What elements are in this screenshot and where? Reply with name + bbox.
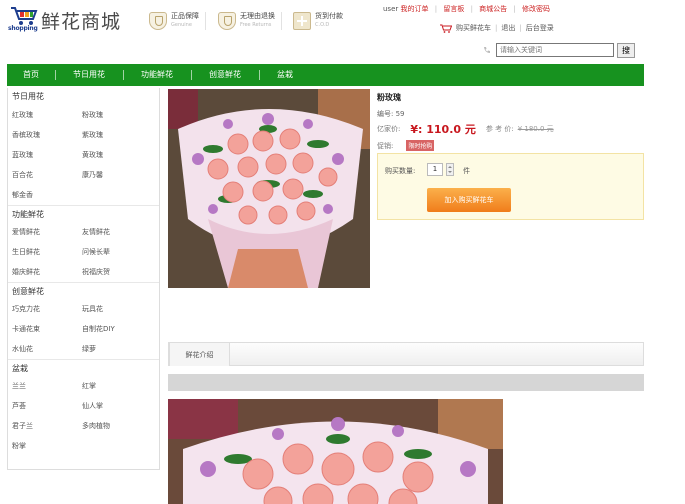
price-label: 亿家价: (377, 125, 401, 133)
message-board-link[interactable]: 留言板 (443, 5, 464, 13)
category-link[interactable]: 红玫瑰 (12, 105, 82, 125)
change-password-link[interactable]: 修改密码 (522, 5, 550, 13)
category-link[interactable]: 黄玫瑰 (82, 145, 152, 165)
shield-icon (149, 12, 167, 30)
category-link[interactable]: 绿萝 (82, 339, 152, 359)
guarantee-title: 无理由退换 (240, 12, 275, 20)
cart-icon (440, 24, 452, 33)
price-value: ¥: 110.0 元 (410, 123, 476, 136)
category-link[interactable]: 祝福庆贺 (82, 262, 152, 282)
category-link[interactable]: 君子兰 (12, 416, 82, 436)
nav-function-flowers[interactable]: 功能鲜花 (123, 64, 191, 86)
logo-title: 鲜花商城 (41, 11, 122, 33)
nav-potted-plants[interactable]: 盆栽 (259, 64, 311, 86)
divider: | (513, 5, 516, 13)
divider (205, 12, 206, 30)
logout-link[interactable]: 退出 (501, 23, 515, 33)
cart-line: 购买鲜花车 | 退出 | 后台登录 (440, 23, 554, 33)
promo-tag: 限时抢购 (406, 140, 435, 151)
cart-link[interactable]: 购买鲜花车 (456, 23, 491, 33)
shop-logo[interactable]: shopping 鲜花商城 (8, 6, 138, 36)
category-link[interactable]: 友情鲜花 (82, 222, 152, 242)
buy-box: 购买数量: 1 件 加入购买鲜花车 (377, 153, 644, 220)
promo-label: 促销: (377, 141, 394, 150)
guarantee-genuine: 正品保障 Genuine (149, 10, 206, 32)
section-divider (168, 374, 644, 391)
logo-subtitle: shopping (8, 25, 38, 32)
divider: | (434, 5, 438, 13)
category-link[interactable]: 芦荟 (12, 396, 82, 416)
category-link[interactable]: 粉玫瑰 (82, 105, 152, 125)
category-link[interactable]: 郁金香 (12, 185, 82, 205)
nav-home[interactable]: 首页 (7, 64, 55, 86)
category-link[interactable]: 多肉植物 (82, 416, 152, 436)
category-link[interactable]: 粉掌 (12, 436, 82, 456)
guarantee-title: 货到付款 (315, 12, 343, 20)
category-title[interactable]: 功能鲜花 (8, 205, 159, 222)
add-to-cart-button[interactable]: 加入购买鲜花车 (427, 188, 511, 212)
product-number: 编号: 59 (377, 109, 405, 119)
category-link[interactable]: 自制花DIY (82, 319, 152, 339)
category-title[interactable]: 节日用花 (8, 88, 159, 105)
search-input[interactable] (496, 43, 614, 57)
guarantee-subtitle: Free Returns (240, 22, 272, 28)
category-link[interactable]: 婚庆鲜花 (12, 262, 82, 282)
category-link[interactable]: 卡通花束 (12, 319, 82, 339)
category-link[interactable]: 问候长辈 (82, 242, 152, 262)
category-link[interactable]: 蓝玫瑰 (12, 145, 82, 165)
category-link[interactable]: 百合花 (12, 165, 82, 185)
category-link[interactable]: 爱情鲜花 (12, 222, 82, 242)
my-orders-link[interactable]: 我的订单 (401, 5, 429, 13)
product-number-label: 编号: (377, 110, 394, 118)
guarantee-cod: 货到付款 C.O.D (293, 10, 343, 32)
category-link[interactable]: 水仙花 (12, 339, 82, 359)
category-link[interactable]: 红掌 (82, 376, 152, 396)
market-price-label: 参 考 价: (485, 125, 514, 133)
quantity-input[interactable]: 1 (427, 163, 443, 176)
category-link[interactable]: 仙人掌 (82, 396, 152, 416)
category-sidebar: 节日用花 红玫瑰 粉玫瑰 香槟玫瑰 紫玫瑰 蓝玫瑰 黄玫瑰 百合花 康乃馨 郁金… (7, 88, 160, 470)
phone-icon (484, 47, 490, 53)
category-link[interactable]: 生日鲜花 (12, 242, 82, 262)
divider: | (470, 5, 473, 13)
product-number-value: 59 (395, 110, 405, 118)
product-image[interactable] (168, 89, 370, 288)
category-link[interactable]: 康乃馨 (82, 165, 152, 185)
plus-badge-icon (293, 12, 311, 30)
divider: | (495, 24, 498, 32)
category-link[interactable]: 紫玫瑰 (82, 125, 152, 145)
guarantee-subtitle: C.O.D (315, 22, 330, 28)
username: user (383, 5, 399, 13)
main-nav: 首页 节日用花 功能鲜花 创意鲜花 盆栽 (7, 64, 644, 86)
quantity-label: 购买数量: (385, 167, 416, 175)
category-link[interactable]: 玩具花 (82, 299, 152, 319)
guarantee-title: 正品保障 (171, 12, 199, 20)
search-button[interactable]: 搜 (617, 43, 635, 58)
shield-icon (218, 12, 236, 30)
divider (281, 12, 282, 30)
quantity-unit: 件 (463, 167, 470, 175)
product-name: 粉玫瑰 (377, 93, 401, 102)
market-price-value: ¥ 180.0 元 (517, 125, 554, 133)
category-title[interactable]: 创意鲜花 (8, 282, 159, 299)
top-links: user 我的订单 | 留言板 | 商城公告 | 修改密码 (383, 4, 550, 14)
divider: | (519, 24, 522, 32)
guarantee-returns: 无理由退换 Free Returns (218, 10, 282, 32)
promo-row: 促销: 限时抢购 (377, 140, 435, 151)
nav-creative-flowers[interactable]: 创意鲜花 (191, 64, 259, 86)
category-title[interactable]: 盆栽 (8, 359, 159, 376)
tab-intro[interactable]: 鲜花介绍 (169, 342, 230, 366)
product-detail-image (168, 399, 503, 504)
mall-notice-link[interactable]: 商城公告 (479, 5, 507, 13)
admin-login-link[interactable]: 后台登录 (526, 23, 554, 33)
nav-festival-flowers[interactable]: 节日用花 (55, 64, 123, 86)
detail-tab-bar: 鲜花介绍 (168, 342, 644, 366)
category-link[interactable]: 香槟玫瑰 (12, 125, 82, 145)
category-link[interactable]: 兰兰 (12, 376, 82, 396)
shopping-cart-logo-icon (11, 7, 38, 25)
category-link[interactable]: 巧克力花 (12, 299, 82, 319)
quantity-stepper[interactable] (446, 163, 454, 176)
guarantee-subtitle: Genuine (171, 22, 192, 28)
product-price-row: 亿家价: ¥: 110.0 元 参 考 价: ¥ 180.0 元 (377, 122, 597, 136)
